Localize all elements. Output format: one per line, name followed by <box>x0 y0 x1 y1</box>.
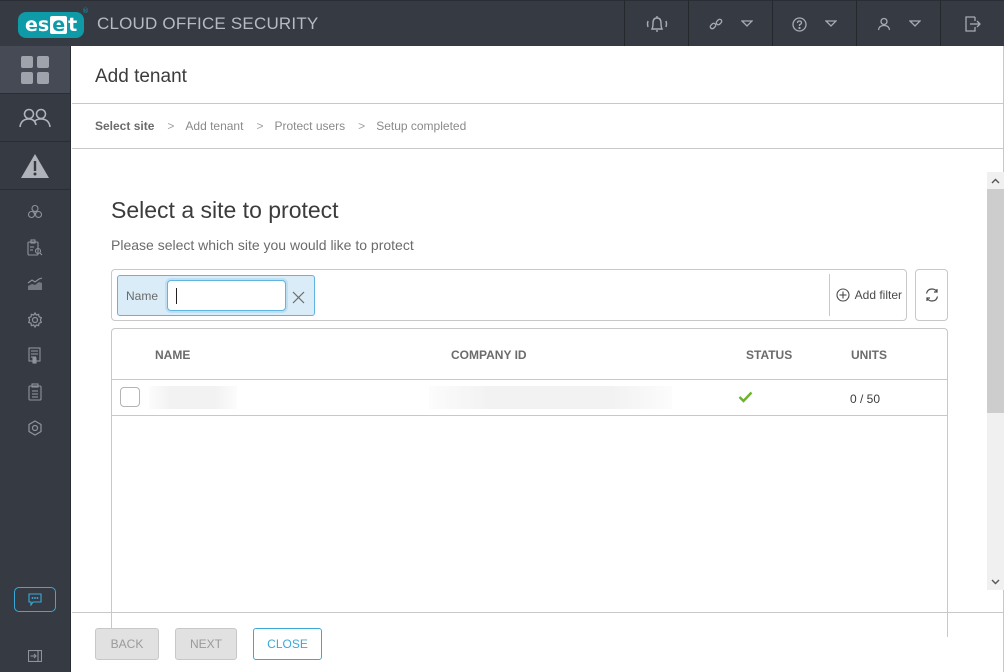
plus-circle-icon <box>836 288 850 302</box>
vertical-scrollbar[interactable] <box>987 172 1004 590</box>
page-title: Add tenant <box>95 66 187 87</box>
registered-mark: ® <box>82 7 89 15</box>
chevron-down-icon <box>908 20 921 27</box>
main-panel: Add tenant Select site > Add tenant > Pr… <box>72 46 1004 672</box>
refresh-button[interactable] <box>915 269 948 321</box>
section-subtitle: Please select which site you would like … <box>111 237 414 253</box>
step-select-site: Select site <box>95 119 155 133</box>
filter-label: Name <box>126 289 159 303</box>
chevron-down-icon <box>825 20 837 27</box>
sidebar-item-settings[interactable] <box>0 410 70 446</box>
sidebar-item-logs[interactable] <box>0 374 70 410</box>
step-add-tenant: Add tenant <box>185 119 244 133</box>
add-filter-button[interactable]: Add filter <box>828 274 906 316</box>
help-menu-button[interactable] <box>772 1 856 47</box>
section-title: Select a site to protect <box>111 197 339 223</box>
back-button[interactable]: BACK <box>95 628 159 660</box>
refresh-icon <box>925 288 938 302</box>
collapse-icon <box>27 649 43 663</box>
scrollbar-thumb[interactable] <box>987 189 1004 413</box>
warning-icon <box>21 153 49 178</box>
logout-icon <box>964 16 981 32</box>
clear-filter-button[interactable] <box>292 289 305 308</box>
column-header-units[interactable]: UNITS <box>851 348 887 362</box>
sidebar-item-statistics[interactable] <box>0 266 70 302</box>
chat-icon <box>28 593 42 606</box>
company-id-redacted <box>429 386 672 409</box>
chevron-right-icon: > <box>358 119 366 133</box>
clipboard-list-icon <box>28 383 42 401</box>
close-button[interactable]: CLOSE <box>253 628 322 660</box>
next-button[interactable]: NEXT <box>175 628 237 660</box>
close-icon <box>292 291 305 304</box>
column-header-company-id[interactable]: COMPANY ID <box>451 348 527 362</box>
step-protect-users: Protect users <box>274 119 346 133</box>
chart-icon <box>27 277 43 290</box>
license-icon <box>28 347 41 364</box>
logo-badge: es e t <box>18 11 85 38</box>
chevron-down-icon <box>991 579 1000 584</box>
add-filter-label: Add filter <box>854 288 902 302</box>
check-icon <box>738 391 753 403</box>
sidebar-item-policies[interactable] <box>0 302 70 338</box>
app-title: CLOUD OFFICE SECURITY <box>97 14 319 33</box>
user-menu-button[interactable] <box>856 1 940 47</box>
notifications-button[interactable] <box>624 1 688 47</box>
chevron-down-icon <box>740 20 753 27</box>
table-header: NAME COMPANY ID STATUS UNITS <box>112 329 947 380</box>
help-icon <box>792 16 807 32</box>
sidebar-item-dashboard[interactable] <box>0 46 70 94</box>
sidebar-item-license[interactable] <box>0 338 70 374</box>
sidebar <box>0 46 71 672</box>
site-name-redacted <box>149 386 237 409</box>
sidebar-item-alerts[interactable] <box>0 142 70 190</box>
clipboard-search-icon <box>27 239 43 256</box>
sidebar-item-users[interactable] <box>0 94 70 142</box>
logout-button[interactable] <box>940 1 1004 47</box>
table-row[interactable]: 0 / 50 <box>112 380 947 416</box>
biohazard-icon <box>27 204 43 219</box>
top-bar: es e t ® CLOUD OFFICE SECURITY <box>0 0 1004 47</box>
text-cursor <box>176 288 177 304</box>
scroll-down-button[interactable] <box>987 573 1004 590</box>
dashboard-grid-icon <box>21 55 49 84</box>
feedback-button[interactable] <box>14 587 56 612</box>
sidebar-item-audit[interactable] <box>0 230 70 266</box>
divider <box>72 612 1004 613</box>
name-filter-chip: Name <box>117 275 315 316</box>
scroll-up-button[interactable] <box>987 172 1004 189</box>
name-filter-input[interactable] <box>167 280 286 311</box>
content-scroll-area: Select a site to protect Please select w… <box>72 149 1004 637</box>
bell-icon <box>646 16 667 32</box>
sidebar-item-quarantine[interactable] <box>0 194 70 230</box>
gear-icon <box>27 312 43 328</box>
chevron-right-icon: > <box>167 119 175 133</box>
link-icon <box>709 18 722 30</box>
users-icon <box>19 108 51 127</box>
step-setup-completed: Setup completed <box>376 119 467 133</box>
chevron-up-icon <box>991 178 1000 183</box>
settings-icon <box>28 420 42 436</box>
units-value: 0 / 50 <box>850 392 881 406</box>
chevron-right-icon: > <box>256 119 264 133</box>
sites-table: NAME COMPANY ID STATUS UNITS 0 / 50 <box>111 328 948 637</box>
row-checkbox[interactable] <box>120 387 140 407</box>
column-header-status[interactable]: STATUS <box>746 348 792 362</box>
collapse-sidebar-button[interactable] <box>27 647 43 666</box>
column-header-name[interactable]: NAME <box>155 348 190 362</box>
user-icon <box>877 17 890 31</box>
filter-bar: Name Add filter <box>111 269 907 321</box>
links-menu-button[interactable] <box>688 1 772 47</box>
wizard-steps: Select site > Add tenant > Protect users… <box>95 119 466 133</box>
eset-logo: es e t ® <box>18 7 89 38</box>
divider <box>72 103 1004 104</box>
